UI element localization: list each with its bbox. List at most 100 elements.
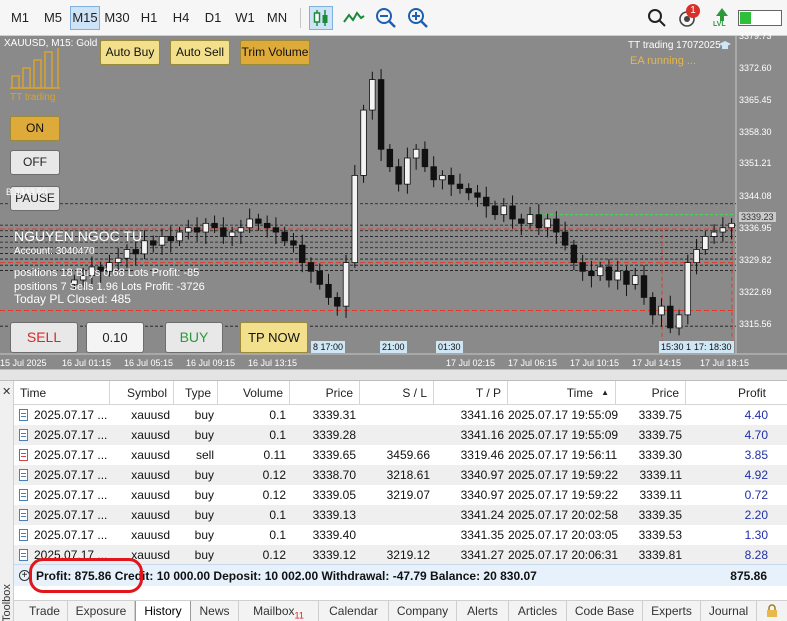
cell-profit: 3.85 [744,448,768,462]
cell-open-time: 2025.07.17 ... [34,428,108,442]
col-sl[interactable]: S / L [360,381,434,405]
table-row[interactable]: 2025.07.17 ... xauusd buy 0.1 3339.40 3341.35… [14,525,787,545]
cell-take-profit: 3341.24 [460,508,504,522]
table-row[interactable]: 2025.07.17 ... xauusd buy 0.1 3339.31 3341.16… [14,405,787,425]
tab-company[interactable]: Company [389,601,457,621]
bearish-candle [193,227,201,233]
table-row[interactable]: 2025.07.17 ... xauusd sell 0.11 3339.65 3459.… [14,445,787,465]
tab-experts[interactable]: Experts [643,601,701,621]
summary-row: + Profit: 875.86 Credit: 10 000.00 Depos… [14,564,787,586]
close-icon[interactable]: ✕ [2,385,11,398]
timeframe-m1[interactable]: M1 [6,6,34,30]
tab-calendar[interactable]: Calendar [319,601,389,621]
col-tp[interactable]: T / P [434,381,508,405]
time-marker: 21:00 [380,341,407,353]
cell-open-time: 2025.07.17 ... [34,508,108,522]
time-label: 16 Jul 13:15 [248,358,298,368]
bearish-candle [272,227,280,233]
cell-volume: 0.12 [262,548,286,562]
bullish-candle [351,175,359,263]
table-row[interactable]: 2025.07.17 ... xauusd buy 0.12 3338.70 3218.6… [14,465,787,485]
col-profit[interactable]: Profit [686,381,772,405]
account-name: NGUYEN NGOC TU [14,228,143,244]
tab-code-base[interactable]: Code Base [567,601,643,621]
panel-splitter[interactable] [0,369,787,381]
cell-open-price: 3339.31 [312,408,356,422]
bullish-candle [658,305,665,316]
col-symbol[interactable]: Symbol [110,381,174,405]
bearish-candle [386,148,394,168]
col-type[interactable]: Type [174,381,218,405]
timeframe-m15[interactable]: M15 [70,6,100,30]
timeframe-h1[interactable]: H1 [136,6,162,30]
zoom-in-icon[interactable] [406,6,430,30]
col-close-price[interactable]: Price [616,381,686,405]
connection-status-bar[interactable] [738,10,782,26]
tab-trade[interactable]: Trade [22,601,68,621]
candlestick-chart-icon[interactable] [309,6,333,30]
time-marker: 18:30 [707,341,734,353]
cell-stop-loss: 3219.07 [386,488,430,502]
table-row[interactable]: 2025.07.17 ... xauusd buy 0.12 3339.05 3219.0… [14,485,787,505]
expand-plus-icon[interactable]: + [19,570,30,581]
bullish-candle [596,266,604,277]
zoom-out-icon[interactable] [374,6,398,30]
tab-exposure[interactable]: Exposure [68,601,135,621]
price-label: 3344.08 [739,191,772,201]
table-row[interactable]: 2025.07.17 ... xauusd buy 0.12 3339.12 3219.1… [14,545,787,565]
signal-level-icon[interactable]: LVL [710,6,734,30]
sell-button[interactable]: SELL [10,322,78,353]
col-price[interactable]: Price [290,381,360,405]
tab-articles[interactable]: Articles [509,601,567,621]
timeframe-m5[interactable]: M5 [38,6,68,30]
tab-journal[interactable]: Journal [701,601,757,621]
table-row[interactable]: 2025.07.17 ... xauusd buy 0.1 3339.28 3341.16… [14,425,787,445]
timeframe-d1[interactable]: D1 [200,6,226,30]
table-row[interactable]: 2025.07.17 ... xauusd buy 0.1 3339.13 3341.24… [14,505,787,525]
auto-buy-button[interactable]: Auto Buy [100,40,160,65]
market-lock-icon[interactable] [765,604,779,621]
time-label: 17 Jul 10:15 [570,358,620,368]
bullish-candle [544,218,551,229]
cell-close-time: 2025.07.17 20:02:58 [508,508,619,522]
auto-sell-button[interactable]: Auto Sell [170,40,230,65]
col-volume[interactable]: Volume [218,381,290,405]
line-chart-icon[interactable] [342,6,366,30]
cell-open-time: 2025.07.17 ... [34,528,108,542]
trim-volume-button[interactable]: Trim Volume [240,40,310,65]
bullish-candle [526,214,534,224]
bearish-candle [447,175,455,185]
price-chart[interactable]: XAUUSD, M15: Gold TT trading Auto Buy Au… [0,31,787,369]
volume-input[interactable]: 0.10 [86,322,144,353]
toolbox-panel: ✕ Toolbox Time Symbol Type Volume Price … [0,381,787,621]
tab-history[interactable]: History [135,601,191,621]
off-button[interactable]: OFF [10,150,60,175]
bullish-candle [228,231,236,237]
tab-alerts[interactable]: Alerts [457,601,509,621]
deal-icon [19,469,28,481]
time-label: 17 Jul 18:15 [700,358,750,368]
timeframe-mn[interactable]: MN [262,6,292,30]
bullish-candle [176,231,183,242]
buy-button[interactable]: BUY [165,322,223,353]
cell-close-price: 3339.35 [638,508,682,522]
on-button[interactable]: ON [10,116,60,141]
cell-type: buy [194,488,214,502]
timeframe-w1[interactable]: W1 [232,6,258,30]
cell-take-profit: 3341.35 [460,528,504,542]
tab-news[interactable]: News [191,601,239,621]
timeframe-h4[interactable]: H4 [168,6,194,30]
cell-take-profit: 3340.97 [460,468,504,482]
tab-mailbox[interactable]: Mailbox11 [239,601,319,621]
bullish-candle [684,262,692,316]
col-time[interactable]: Time [14,381,110,405]
lvl-label: LVL [713,21,726,28]
bearish-candle [132,249,139,255]
cell-type: buy [194,428,214,442]
timeframe-m30[interactable]: M30 [102,6,132,30]
tp-now-button[interactable]: TP NOW [240,322,308,353]
col-close-time[interactable]: Time ▲ [508,381,616,405]
notifications-icon[interactable]: 1 [676,4,700,30]
search-icon[interactable] [645,6,669,30]
cell-open-price: 3339.40 [312,528,356,542]
